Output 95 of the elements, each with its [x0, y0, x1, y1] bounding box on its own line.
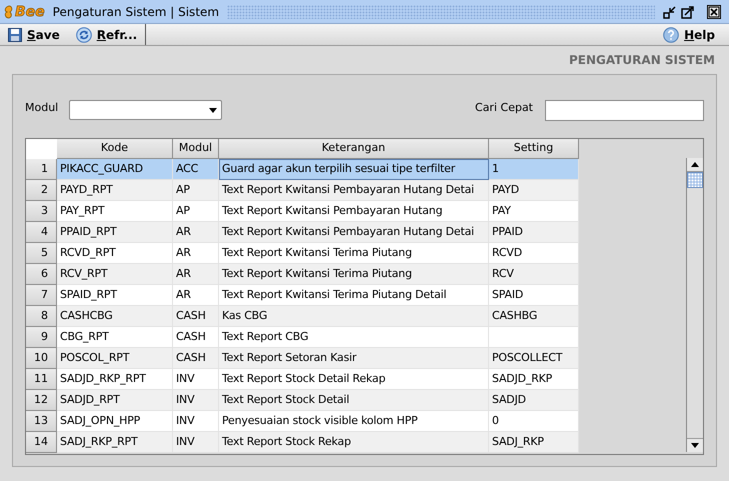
window-title: Pengaturan Sistem | Sistem — [52, 4, 220, 20]
scroll-down-icon[interactable] — [691, 443, 699, 448]
table-cell: AR — [173, 285, 219, 306]
close-icon[interactable] — [707, 4, 721, 18]
table-cell: Text Report Kwitansi Terima Piutang — [219, 264, 489, 285]
table-cell: Guard agar akun terpilih sesuai tipe terfilter — [219, 159, 489, 180]
logo-text: Bee — [15, 4, 45, 18]
table-cell: SADJD_RKP_RPT — [57, 369, 173, 390]
table-cell: RCVD_RPT — [57, 243, 173, 264]
row-number: 14 — [26, 432, 57, 453]
table-cell: Text Report Kwitansi Pembayaran Hutang Detai — [219, 180, 489, 201]
table-cell: PAY_RPT — [57, 201, 173, 222]
table-cell: 1 — [489, 159, 579, 180]
table-cell: INV — [173, 390, 219, 411]
scroll-thumb[interactable] — [687, 172, 703, 188]
page-heading: PENGATURAN SISTEM — [569, 52, 715, 69]
column-header[interactable]: Kode — [57, 139, 173, 159]
field-label: Modul — [25, 100, 58, 116]
table-cell: Text Report Kwitansi Pembayaran Hutang Detai — [219, 222, 489, 243]
row-number: 6 — [26, 264, 57, 285]
table-cell: CASHBG — [489, 306, 579, 327]
row-number: 2 — [26, 180, 57, 201]
dropdown-arrow-icon — [209, 108, 218, 112]
column-header[interactable]: Keterangan — [219, 139, 489, 159]
table-cell: Text Report Stock Detail Rekap — [219, 369, 489, 390]
bee-logo-icon — [4, 4, 13, 18]
scroll-up-icon[interactable] — [691, 162, 699, 167]
table-cell: SADJD_RPT — [57, 390, 173, 411]
column-header[interactable]: Setting — [489, 139, 579, 159]
table-cell: CBG_RPT — [57, 327, 173, 348]
scrollbar[interactable] — [686, 158, 703, 452]
table-cell: AR — [173, 243, 219, 264]
row-number: 11 — [26, 369, 57, 390]
table-cell: 0 — [489, 411, 579, 432]
table-cell: PAY — [489, 201, 579, 222]
modul-dropdown[interactable] — [69, 100, 222, 120]
table-cell: CASH — [173, 327, 219, 348]
table-cell: PPAID_RPT — [57, 222, 173, 243]
column-header[interactable]: Modul — [173, 139, 219, 159]
table-cell: Text Report Stock Rekap — [219, 432, 489, 453]
table-cell: AR — [173, 222, 219, 243]
table-cell: PAYD_RPT — [57, 180, 173, 201]
table-cell: POSCOLLECT — [489, 348, 579, 369]
table-cell: ACC — [173, 159, 219, 180]
row-number: 12 — [26, 390, 57, 411]
table-cell: SPAID — [489, 285, 579, 306]
help-icon — [663, 26, 680, 42]
table-cell: SPAID_RPT — [57, 285, 173, 306]
minimize-icon[interactable] — [663, 4, 677, 18]
table-cell: CASHCBG — [57, 306, 173, 327]
table-cell: SADJD — [489, 390, 579, 411]
table-cell: SADJD_RKP — [489, 369, 579, 390]
toolbar-button[interactable]: Save — [0, 24, 68, 45]
row-number: 13 — [26, 411, 57, 432]
maximize-icon[interactable] — [681, 4, 695, 18]
row-number: 1 — [26, 159, 57, 180]
table-cell: INV — [173, 432, 219, 453]
row-number: 3 — [26, 201, 57, 222]
table-cell: POSCOL_RPT — [57, 348, 173, 369]
table-cell: AR — [173, 264, 219, 285]
table-cell: Text Report Kwitansi Terima Piutang Detail — [219, 285, 489, 306]
table-corner — [26, 139, 57, 159]
table-cell: INV — [173, 411, 219, 432]
table-cell: INV — [173, 369, 219, 390]
field-label: Cari Cepat — [475, 100, 533, 116]
table-cell: RCV_RPT — [57, 264, 173, 285]
search-field[interactable] — [545, 100, 704, 120]
table-cell: PAYD — [489, 180, 579, 201]
row-number: 7 — [26, 285, 57, 306]
table-cell: Text Report Kwitansi Pembayaran Hutang — [219, 201, 489, 222]
table-cell: AP — [173, 180, 219, 201]
refresh-icon — [76, 26, 92, 42]
table-cell: Text Report Kwitansi Terima Piutang — [219, 243, 489, 264]
table-cell: Text Report Setoran Kasir — [219, 348, 489, 369]
help-button[interactable]: Help — [655, 24, 723, 45]
table-cell: AP — [173, 201, 219, 222]
table-cell: SADJ_RKP_RPT — [57, 432, 173, 453]
table-cell: RCV — [489, 264, 579, 285]
table-cell: SADJ_OPN_HPP — [57, 411, 173, 432]
table-cell: CASH — [173, 348, 219, 369]
table-cell: Penyesuaian stock visible kolom HPP — [219, 411, 489, 432]
table-cell: CASH — [173, 306, 219, 327]
table-cell: RCVD — [489, 243, 579, 264]
table-cell: PPAID — [489, 222, 579, 243]
row-number: 5 — [26, 243, 57, 264]
table-cell: PIKACC_GUARD — [57, 159, 173, 180]
table-cell: Text Report CBG — [219, 327, 489, 348]
row-number: 8 — [26, 306, 57, 327]
row-number: 9 — [26, 327, 57, 348]
table-cell: Text Report Stock Detail — [219, 390, 489, 411]
table-cell: SADJ_RKP — [489, 432, 579, 453]
row-number: 4 — [26, 222, 57, 243]
table-cell: Kas CBG — [219, 306, 489, 327]
toolbar-button[interactable]: Refr... — [68, 24, 146, 45]
row-number: 10 — [26, 348, 57, 369]
